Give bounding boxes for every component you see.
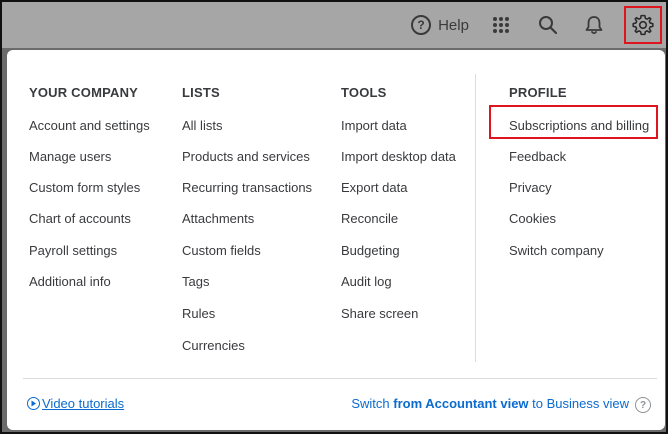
video-tutorials-label: Video tutorials [42, 396, 125, 411]
switch-bold: from Accountant view [393, 396, 529, 411]
link-all-lists[interactable]: All lists [182, 118, 222, 133]
help-button[interactable]: ? Help [408, 2, 472, 48]
link-manage-users[interactable]: Manage users [29, 149, 111, 164]
play-icon [27, 397, 40, 410]
link-export-data[interactable]: Export data [341, 180, 408, 195]
switch-view-link[interactable]: Switch from Accountant view to Business … [351, 396, 629, 411]
gear-icon[interactable] [624, 6, 662, 44]
column-divider [475, 74, 476, 362]
heading-tools: TOOLS [341, 85, 387, 100]
apps-grid-icon[interactable] [488, 2, 514, 48]
link-budgeting[interactable]: Budgeting [341, 243, 400, 258]
link-reconcile[interactable]: Reconcile [341, 211, 398, 226]
link-custom-fields[interactable]: Custom fields [182, 243, 261, 258]
switch-suffix: to Business view [528, 396, 629, 411]
link-recurring-transactions[interactable]: Recurring transactions [182, 180, 312, 195]
bell-icon[interactable] [580, 2, 608, 48]
heading-your-company: YOUR COMPANY [29, 85, 139, 100]
link-account-and-settings[interactable]: Account and settings [29, 118, 150, 133]
heading-lists: LISTS [182, 85, 220, 100]
heading-profile: PROFILE [509, 85, 567, 100]
link-import-desktop-data[interactable]: Import desktop data [341, 149, 456, 164]
link-attachments[interactable]: Attachments [182, 211, 254, 226]
link-currencies[interactable]: Currencies [182, 338, 245, 353]
app-frame: ? Help YOUR COMPANY Account and settings… [0, 0, 668, 434]
link-switch-company[interactable]: Switch company [509, 243, 604, 258]
link-privacy[interactable]: Privacy [509, 180, 552, 195]
link-products-and-services[interactable]: Products and services [182, 149, 310, 164]
link-subscriptions-and-billing[interactable]: Subscriptions and billing [509, 118, 649, 133]
help-icon: ? [411, 15, 432, 35]
link-share-screen[interactable]: Share screen [341, 306, 418, 321]
switch-prefix: Switch [351, 396, 394, 411]
link-rules[interactable]: Rules [182, 306, 215, 321]
search-icon[interactable] [534, 2, 562, 48]
question-circle-icon[interactable]: ? [635, 397, 651, 413]
settings-dropdown-panel: YOUR COMPANY Account and settings Manage… [7, 50, 665, 430]
link-custom-form-styles[interactable]: Custom form styles [29, 180, 140, 195]
link-chart-of-accounts[interactable]: Chart of accounts [29, 211, 131, 226]
help-label: Help [438, 16, 469, 34]
link-import-data[interactable]: Import data [341, 118, 407, 133]
link-cookies[interactable]: Cookies [509, 211, 556, 226]
footer-divider [23, 378, 657, 379]
link-feedback[interactable]: Feedback [509, 149, 566, 164]
link-payroll-settings[interactable]: Payroll settings [29, 243, 117, 258]
top-bar: ? Help [2, 2, 666, 48]
link-tags[interactable]: Tags [182, 274, 209, 289]
video-tutorials-link[interactable]: Video tutorials [27, 396, 124, 411]
link-additional-info[interactable]: Additional info [29, 274, 111, 289]
link-audit-log[interactable]: Audit log [341, 274, 392, 289]
